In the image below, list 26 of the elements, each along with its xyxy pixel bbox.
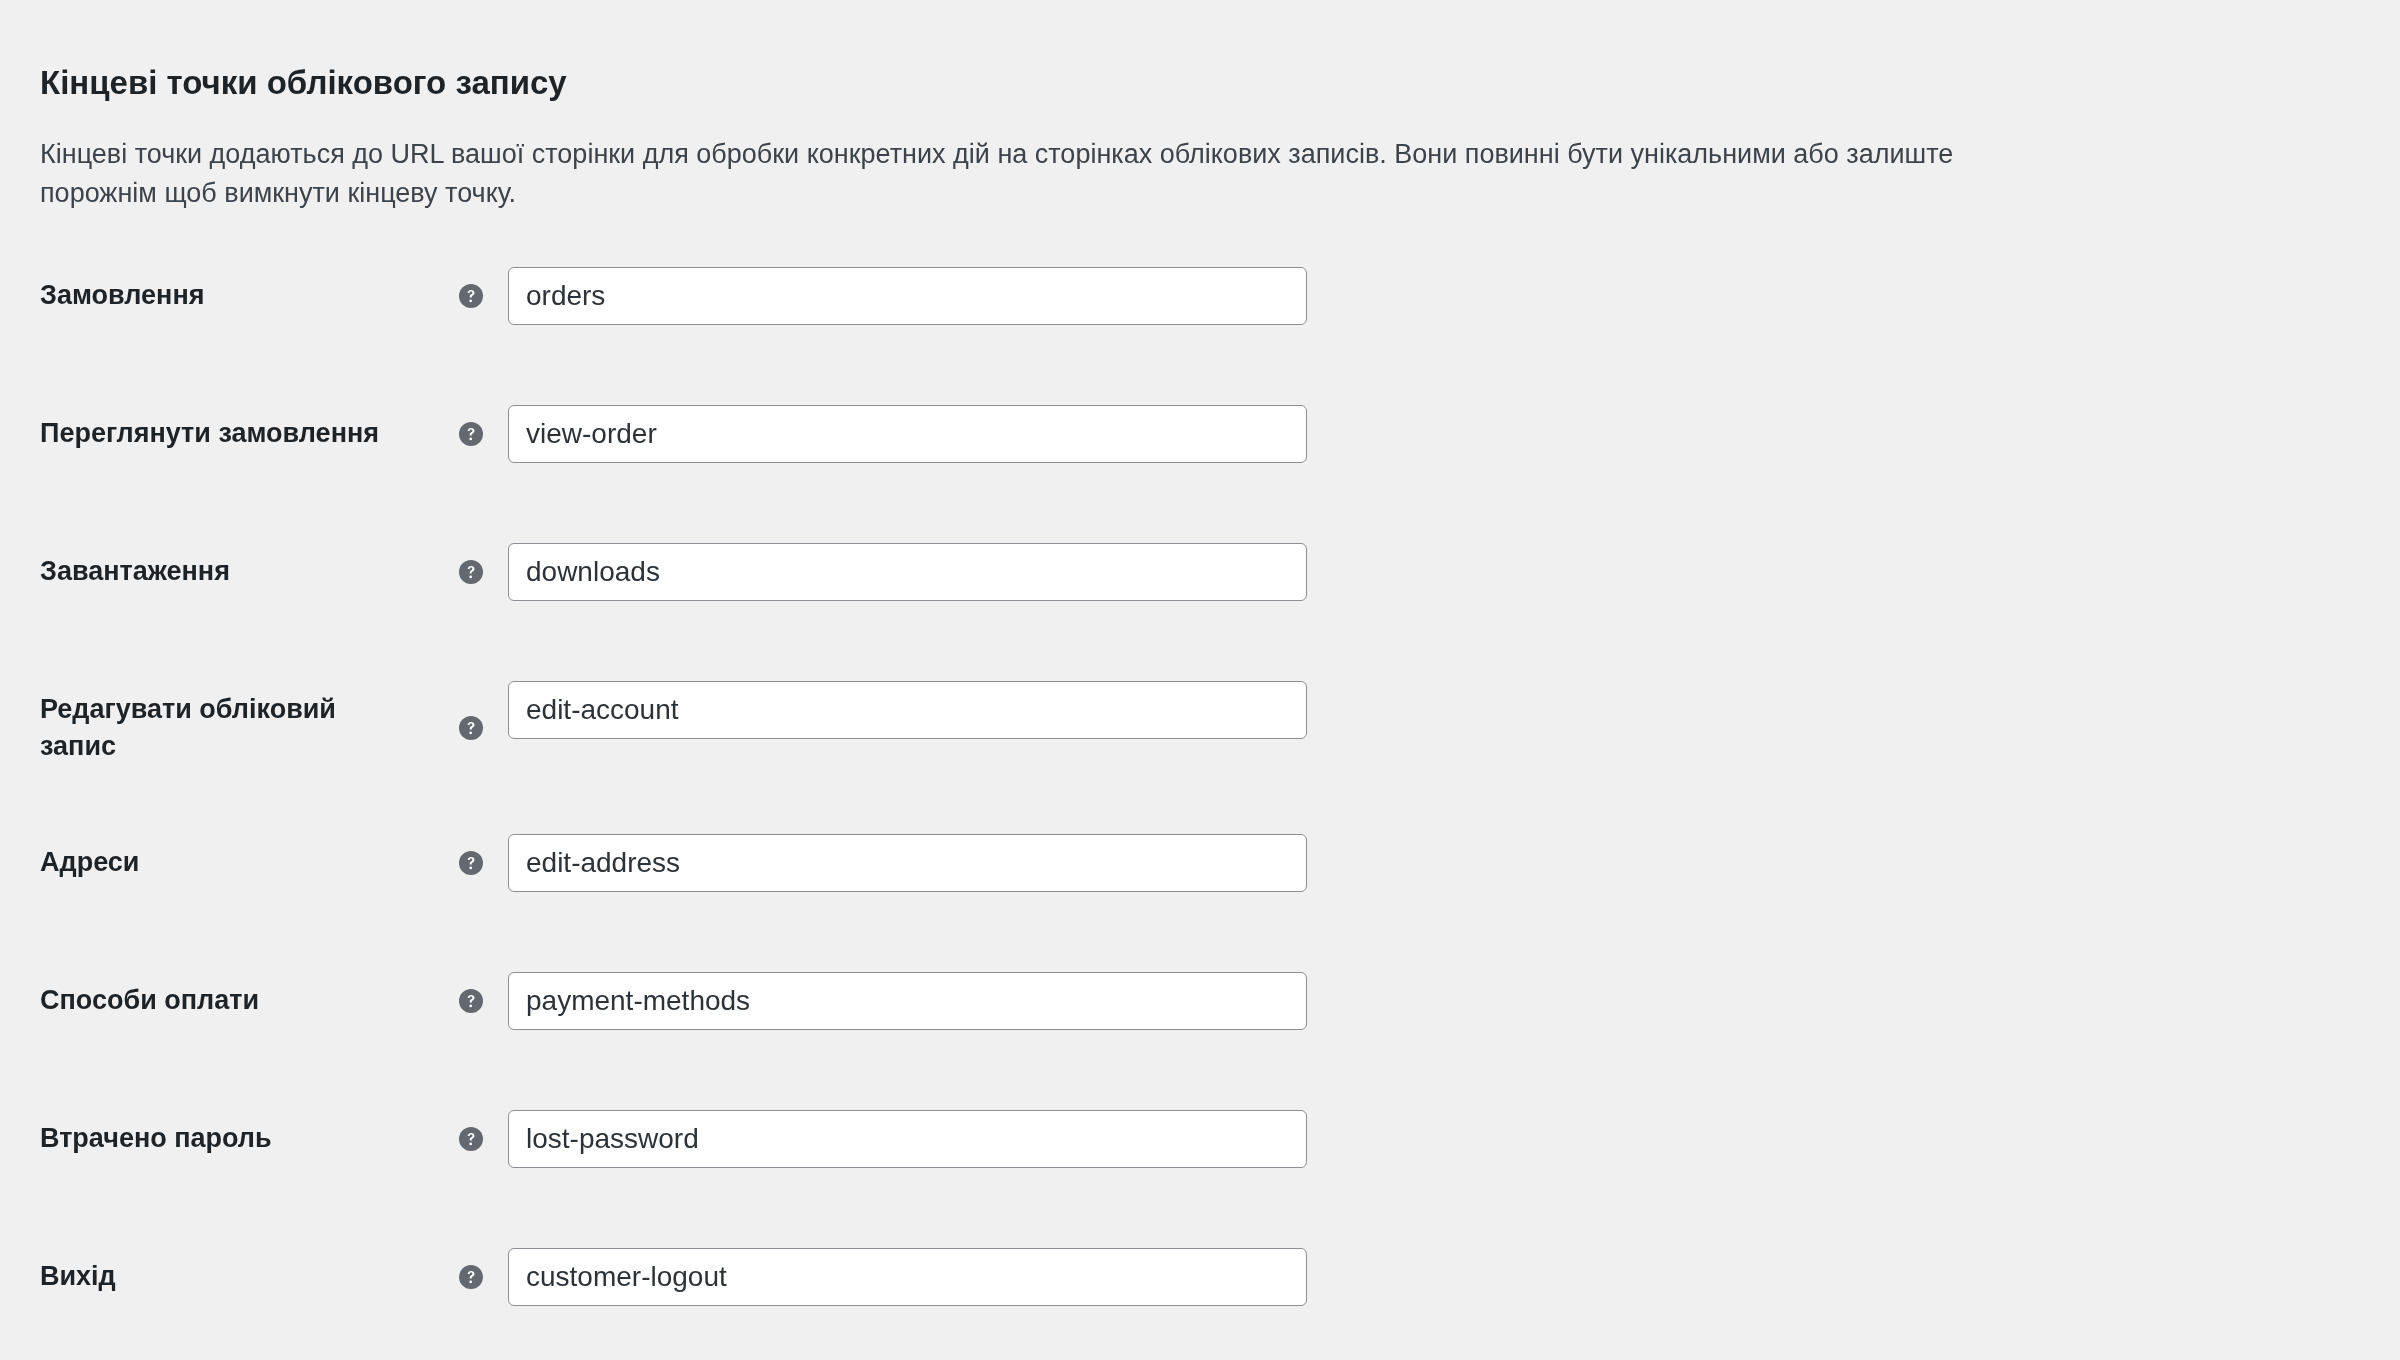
input-field[interactable]: edit-account — [508, 681, 1307, 739]
field-label: Замовлення — [40, 279, 206, 312]
help-icon — [459, 559, 483, 584]
help-icon — [459, 283, 483, 308]
help-icon — [459, 988, 483, 1013]
input-field[interactable]: view-order — [508, 405, 1307, 463]
field-label: Способи оплати — [40, 984, 261, 1017]
help-icon — [459, 850, 483, 875]
section-title: Кінцеві точки облікового запису — [40, 63, 567, 103]
field-label: Редагувати обліковий запис — [40, 693, 337, 763]
input-field[interactable]: orders — [508, 267, 1307, 325]
help-icon — [459, 1264, 483, 1289]
input-field[interactable]: lost-password — [508, 1110, 1307, 1168]
field-label: Втрачено пароль — [40, 1122, 273, 1155]
input-field[interactable]: payment-methods — [508, 972, 1307, 1030]
input-field[interactable]: downloads — [508, 543, 1307, 601]
input-field[interactable]: edit-address — [508, 834, 1307, 892]
field-label: Вихід — [40, 1260, 117, 1293]
field-label: Переглянути замовлення — [40, 417, 380, 450]
field-label: Завантаження — [40, 555, 231, 588]
input-field[interactable]: customer-logout — [508, 1248, 1307, 1306]
help-icon — [459, 421, 483, 446]
help-icon — [459, 1126, 483, 1151]
section-description: Кінцеві точки додаються до URL вашої сторінки для обробки конкретних дій на сторінках облікових записів. Вони повинні бути унікальними або залиште порожнім щоб вимкнути кінцеву точку. — [40, 138, 1955, 210]
help-icon — [459, 716, 483, 740]
field-label: Адреси — [40, 846, 141, 879]
